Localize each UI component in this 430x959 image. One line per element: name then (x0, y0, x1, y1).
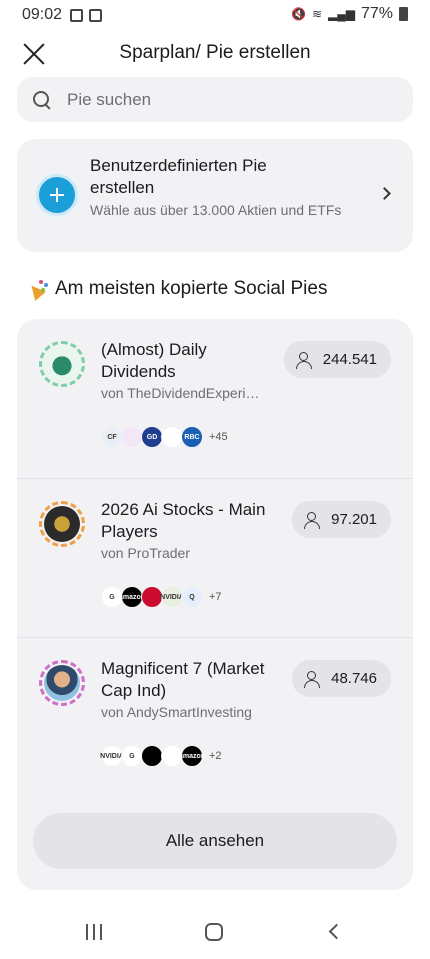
create-pie-title: Benutzerdefinierten Pie erstellen (90, 156, 267, 197)
create-pie-subtitle: Wähle aus über 13.000 Aktien und ETFs (90, 202, 342, 218)
pie-author: von AndySmartInvesting (101, 704, 252, 720)
pie-title: (Almost) Daily Dividends (101, 340, 207, 381)
google-logo: G (121, 745, 143, 767)
battery-percent: 77% (360, 5, 393, 22)
pie-avatar (39, 660, 85, 706)
party-popper-icon (27, 278, 49, 300)
status-bar: 09:02 🔇 ≋ ▂▄▆ 77% (0, 0, 430, 30)
holdings-logos: NVIDIA Gamazon +2 (100, 745, 222, 767)
amazon-logo: amazon (179, 745, 205, 767)
notification-icon (89, 8, 103, 22)
users-icon (295, 351, 316, 369)
status-time: 09:02 (22, 6, 63, 23)
back-icon[interactable] (328, 923, 345, 940)
amazon-logo: amazon (119, 586, 145, 608)
plus-icon (36, 174, 78, 216)
apple-logo (141, 745, 163, 767)
hand-logo (121, 426, 143, 448)
status-indicators: 🔇 ≋ ▂▄▆ 77% (291, 5, 408, 23)
nvidia-logo: NVIDIA (160, 586, 184, 608)
pie-title: 2026 Ai Stocks - Main Players (101, 500, 266, 541)
qualcomm-logo: Q (181, 586, 203, 608)
more-holdings-count: +45 (209, 431, 228, 443)
copies-badge: 244.541 (283, 341, 391, 378)
gallery-icon (70, 8, 84, 22)
header: Sparplan/ Pie erstellen (0, 34, 430, 74)
search-input[interactable] (67, 89, 367, 110)
mute-icon: 🔇 (290, 7, 306, 21)
holdings-logos: CF GD RBC +45 (101, 426, 228, 448)
pie-list-item[interactable]: 2026 Ai Stocks - Main Players von ProTra… (17, 478, 413, 636)
nvidia-logo: NVIDIA (100, 745, 124, 767)
copies-count: 48.746 (331, 670, 377, 687)
chevron-right-icon (378, 187, 391, 200)
section-title: Am meisten kopierte Social Pies (55, 278, 328, 299)
gd-logo: GD (141, 426, 163, 448)
pie-list-item[interactable]: (Almost) Daily Dividends von TheDividend… (17, 319, 413, 477)
battery-icon (399, 7, 408, 21)
copies-badge: 97.201 (292, 501, 391, 538)
social-pies-list: (Almost) Daily Dividends von TheDividend… (17, 319, 413, 890)
section-heading: Am meisten kopierte Social Pies (27, 278, 327, 300)
pie-author: von ProTrader (101, 545, 190, 561)
create-custom-pie-card[interactable]: Benutzerdefinierten Pie erstellen Wähle … (17, 139, 413, 252)
copies-count: 97.201 (331, 511, 377, 528)
pie-avatar (39, 501, 85, 547)
pie-list-item[interactable]: Magnificent 7 (Market Cap Ind) von AndyS… (17, 637, 413, 795)
users-icon (304, 670, 324, 688)
more-holdings-count: +2 (209, 750, 222, 762)
pie-avatar (39, 341, 85, 387)
rbc-logo: RBC (181, 426, 203, 448)
pie-author: von TheDividendExperi… (101, 385, 260, 401)
microsoft-logo (161, 426, 183, 448)
system-nav-bar (0, 910, 430, 959)
copies-count: 244.541 (322, 351, 377, 368)
holdings-logos: Gamazon NVIDIA Q +7 (101, 586, 222, 608)
pie-title: Magnificent 7 (Market Cap Ind) (101, 659, 265, 700)
page-title: Sparplan/ Pie erstellen (119, 42, 311, 63)
copies-badge: 48.746 (292, 660, 391, 697)
recent-apps-icon[interactable] (86, 924, 102, 940)
users-icon (304, 511, 324, 529)
search-bar[interactable] (17, 77, 413, 122)
home-icon[interactable] (205, 923, 223, 941)
cf-logo: CF (101, 426, 123, 448)
wifi-icon: ≋ (311, 7, 322, 21)
search-icon (33, 90, 51, 109)
see-all-button[interactable]: Alle ansehen (33, 813, 397, 869)
signal-icon: ▂▄▆ (328, 7, 355, 21)
more-holdings-count: +7 (209, 591, 222, 603)
